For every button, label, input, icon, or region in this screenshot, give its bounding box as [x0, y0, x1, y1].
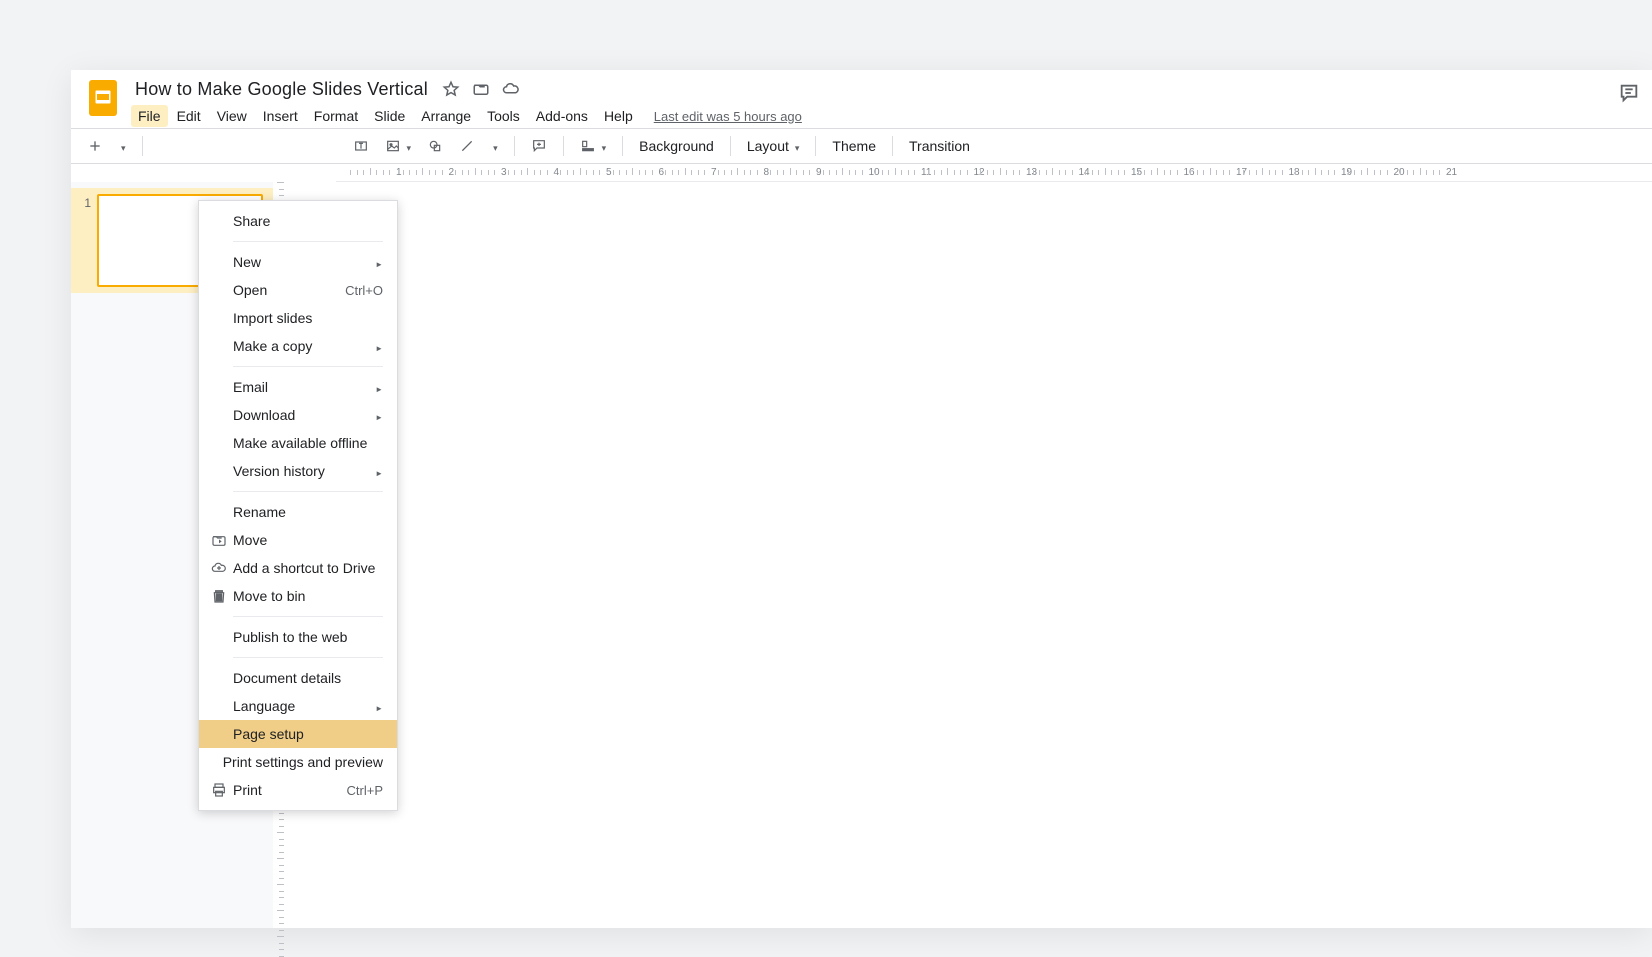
menu-item-label: Import slides [233, 310, 383, 326]
chevron-right-icon [375, 380, 383, 395]
comment-icon[interactable] [1618, 82, 1640, 104]
menu-item-label: Email [233, 379, 367, 395]
file-menu-new[interactable]: New [199, 248, 397, 276]
menu-format[interactable]: Format [307, 105, 365, 127]
folder-move-icon[interactable] [472, 80, 490, 98]
menu-item-label: Add a shortcut to Drive [233, 560, 383, 576]
line-dropdown[interactable] [485, 135, 504, 158]
layout-label: Layout [747, 138, 789, 154]
file-menu-make-available-offline[interactable]: Make available offline [199, 429, 397, 457]
menu-shortcut: Ctrl+P [347, 783, 383, 798]
menu-arrange[interactable]: Arrange [414, 105, 478, 127]
menu-tools[interactable]: Tools [480, 105, 527, 127]
menu-edit[interactable]: Edit [170, 105, 208, 127]
menu-item-label: Rename [233, 504, 383, 520]
menu-file[interactable]: File [131, 105, 168, 127]
chevron-right-icon [375, 699, 383, 714]
align-button[interactable] [574, 134, 613, 158]
slides-icon [89, 80, 117, 116]
menu-item-label: Page setup [233, 726, 383, 742]
file-menu-print[interactable]: Print Ctrl+P [199, 776, 397, 804]
file-menu-add-a-shortcut-to-drive[interactable]: Add a shortcut to Drive [199, 554, 397, 582]
slides-logo[interactable] [83, 78, 123, 118]
doc-title[interactable]: How to Make Google Slides Vertical [131, 79, 432, 100]
line-button[interactable] [453, 134, 481, 158]
menu-bar: File Edit View Insert Format Slide Arran… [131, 104, 802, 128]
menu-addons[interactable]: Add-ons [529, 105, 595, 127]
menu-item-label: Open [233, 282, 337, 298]
menu-item-label: Move [233, 532, 383, 548]
shape-button[interactable] [421, 134, 449, 158]
star-icon[interactable] [442, 80, 460, 98]
file-menu-email[interactable]: Email [199, 373, 397, 401]
menu-item-label: Document details [233, 670, 383, 686]
menu-shortcut: Ctrl+O [345, 283, 383, 298]
comment-button[interactable] [525, 134, 553, 158]
cloud-icon[interactable] [502, 80, 520, 98]
file-menu-publish-to-the-web[interactable]: Publish to the web [199, 623, 397, 651]
chevron-right-icon [375, 255, 383, 270]
chevron-right-icon [375, 408, 383, 423]
file-dropdown: Share New Open Ctrl+O Import slides Make a co… [198, 200, 398, 811]
transition-button[interactable]: Transition [903, 134, 976, 158]
menu-item-label: New [233, 254, 367, 270]
image-button[interactable] [379, 134, 418, 158]
menu-item-label: Make a copy [233, 338, 367, 354]
file-menu-print-settings-and-preview[interactable]: Print settings and preview [199, 748, 397, 776]
file-menu-import-slides[interactable]: Import slides [199, 304, 397, 332]
menu-item-label: Publish to the web [233, 629, 383, 645]
menu-item-label: Language [233, 698, 367, 714]
file-menu-version-history[interactable]: Version history [199, 457, 397, 485]
file-menu-page-setup[interactable]: Page setup [199, 720, 397, 748]
background-button[interactable]: Background [633, 134, 720, 158]
file-menu-document-details[interactable]: Document details [199, 664, 397, 692]
slide-number: 1 [77, 194, 91, 210]
menu-view[interactable]: View [210, 105, 254, 127]
chevron-right-icon [375, 464, 383, 479]
menu-item-label: Download [233, 407, 367, 423]
file-menu-share[interactable]: Share [199, 207, 397, 235]
menu-item-label: Move to bin [233, 588, 383, 604]
file-menu-language[interactable]: Language [199, 692, 397, 720]
last-edit-link[interactable]: Last edit was 5 hours ago [654, 109, 802, 124]
slide-canvas[interactable] [296, 182, 1652, 928]
file-menu-make-a-copy[interactable]: Make a copy [199, 332, 397, 360]
doc-header: How to Make Google Slides Vertical File … [71, 70, 1652, 128]
chevron-right-icon [375, 339, 383, 354]
theme-button[interactable]: Theme [826, 134, 882, 158]
file-menu-download[interactable]: Download [199, 401, 397, 429]
menu-insert[interactable]: Insert [256, 105, 305, 127]
menu-item-label: Share [233, 213, 383, 229]
menu-item-label: Print [233, 782, 339, 798]
file-menu-move-to-bin[interactable]: Move to bin [199, 582, 397, 610]
horizontal-ruler: 123456789101112131415161718192021 [336, 164, 1652, 182]
menu-item-label: Print settings and preview [223, 754, 383, 770]
menu-item-label: Version history [233, 463, 367, 479]
new-slide-dropdown[interactable] [113, 135, 132, 158]
file-menu-rename[interactable]: Rename [199, 498, 397, 526]
new-slide-button[interactable] [81, 134, 109, 158]
textbox-button[interactable] [347, 134, 375, 158]
file-menu-open[interactable]: Open Ctrl+O [199, 276, 397, 304]
layout-button[interactable]: Layout [741, 134, 806, 158]
menu-slide[interactable]: Slide [367, 105, 412, 127]
slides-window: How to Make Google Slides Vertical File … [71, 70, 1652, 928]
menu-help[interactable]: Help [597, 105, 640, 127]
file-menu-move[interactable]: Move [199, 526, 397, 554]
menu-item-label: Make available offline [233, 435, 383, 451]
toolbar: Background Layout Theme Transition [71, 128, 1652, 164]
